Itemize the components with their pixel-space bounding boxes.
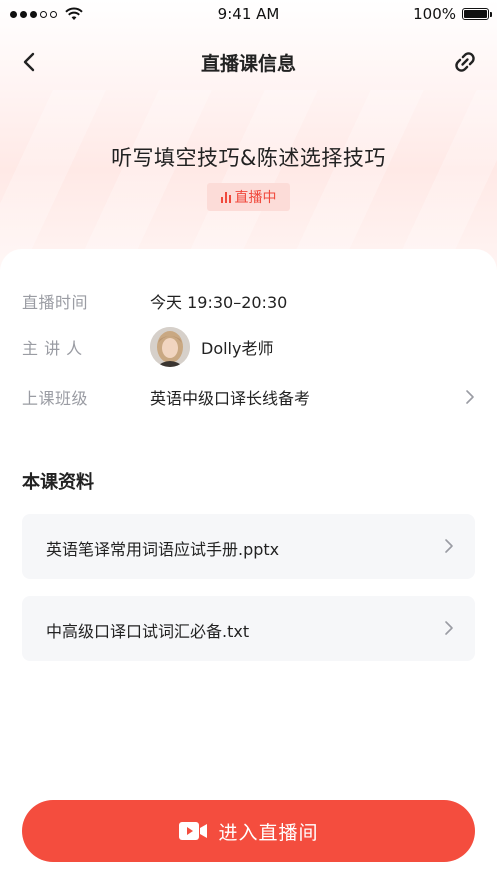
time-label: 直播时间: [22, 293, 89, 312]
enter-live-room-label: 进入直播间: [218, 821, 319, 844]
video-camera-icon: [179, 822, 208, 840]
battery-icon: [462, 8, 492, 20]
class-label: 上课班级: [22, 389, 89, 408]
materials-section-title: 本课资料: [22, 472, 94, 493]
class-value: 英语中级口译长线备考: [150, 389, 311, 408]
info-row-class[interactable]: 上课班级 英语中级口译长线备考: [22, 380, 477, 414]
avatar-image: [150, 327, 190, 367]
course-title: 听写填空技巧&陈述选择技巧: [111, 146, 386, 170]
status-bar: 9:41 AM 100%: [0, 0, 497, 28]
page-title: 直播课信息: [200, 53, 296, 75]
navigation-bar: 直播课信息: [0, 38, 497, 86]
battery-level: [464, 10, 487, 18]
chevron-right-icon: [445, 539, 453, 553]
live-status-badge: 直播中: [207, 183, 290, 211]
live-status-label: 直播中: [234, 190, 277, 206]
battery-percent: 100%: [413, 5, 456, 23]
live-bars-icon: [220, 191, 231, 203]
link-icon: [455, 52, 475, 72]
info-row-time: 直播时间 今天 19:30–20:30: [22, 284, 477, 318]
info-row-speaker: 主 讲 人 Dolly老师: [22, 327, 477, 367]
time-value: 今天 19:30–20:30: [150, 293, 288, 312]
speaker-avatar[interactable]: [150, 327, 190, 367]
chevron-right-icon: [466, 390, 474, 404]
enter-live-room-button[interactable]: 进入直播间: [22, 800, 475, 862]
material-file-item[interactable]: 英语笔译常用词语应试手册.pptx: [22, 514, 475, 579]
material-file-item[interactable]: 中高级口译口试词汇必备.txt: [22, 596, 475, 661]
speaker-name: Dolly老师: [201, 339, 274, 358]
share-link-button[interactable]: [449, 46, 481, 78]
battery-indicator: 100%: [413, 5, 492, 23]
file-name: 英语笔译常用词语应试手册.pptx: [46, 540, 280, 559]
file-name: 中高级口译口试词汇必备.txt: [46, 622, 250, 641]
chevron-right-icon: [445, 621, 453, 635]
speaker-label: 主 讲 人: [22, 339, 83, 358]
